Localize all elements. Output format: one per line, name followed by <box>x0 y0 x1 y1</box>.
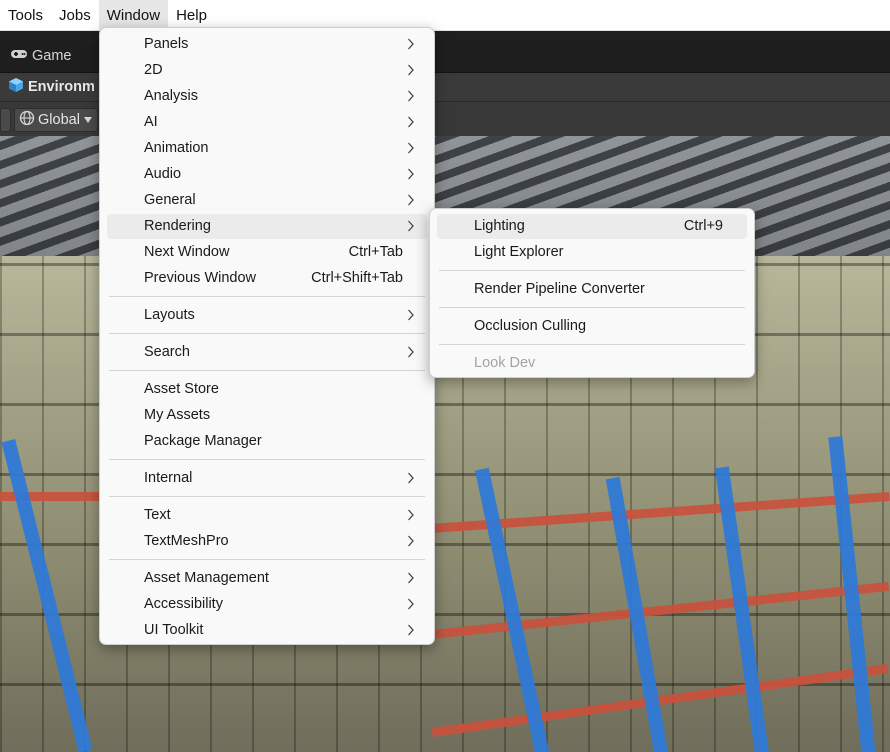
scene-title-label: Environm <box>28 79 95 95</box>
menu-item-label: UI Toolkit <box>144 622 204 638</box>
menu-item-label: Previous Window <box>144 270 257 286</box>
rendering-submenu: Lighting Ctrl+9 Light Explorer Render Pi… <box>429 208 755 378</box>
menu-item-analysis[interactable]: Analysis <box>107 84 427 109</box>
menu-item-ui-toolkit[interactable]: UI Toolkit <box>107 618 427 643</box>
menu-item-label: 2D <box>144 62 163 78</box>
menu-item-label: Animation <box>144 140 209 156</box>
menu-item-package-manager[interactable]: Package Manager <box>107 429 427 454</box>
menu-separator <box>109 333 425 334</box>
menu-item-label: Rendering <box>144 218 211 234</box>
tab-game-label: Game <box>32 48 72 64</box>
chevron-right-icon <box>408 168 414 180</box>
menu-separator <box>439 344 745 345</box>
menu-item-2d[interactable]: 2D <box>107 58 427 83</box>
chevron-right-icon <box>408 220 414 232</box>
menu-item-internal[interactable]: Internal <box>107 466 427 491</box>
window-menu: Panels 2D Analysis AI Animation Audio Ge… <box>99 27 435 645</box>
menu-item-label: Lighting <box>474 218 525 234</box>
menu-item-general[interactable]: General <box>107 188 427 213</box>
menu-separator <box>109 559 425 560</box>
menu-item-search[interactable]: Search <box>107 340 427 365</box>
chevron-right-icon <box>408 194 414 206</box>
chevron-right-icon <box>408 535 414 547</box>
menu-item-shortcut: Ctrl+Shift+Tab <box>311 270 403 286</box>
menu-window[interactable]: Window <box>98 0 169 30</box>
menu-separator <box>109 370 425 371</box>
menu-item-asset-store[interactable]: Asset Store <box>107 377 427 402</box>
menu-item-label: Layouts <box>144 307 195 323</box>
globe-icon <box>19 110 35 130</box>
menu-item-label: TextMeshPro <box>144 533 229 549</box>
chevron-right-icon <box>408 116 414 128</box>
menu-item-next-window[interactable]: Next Window Ctrl+Tab <box>107 240 427 265</box>
menu-item-label: Audio <box>144 166 182 182</box>
chevron-right-icon <box>408 572 414 584</box>
menu-tools[interactable]: Tools <box>0 0 51 30</box>
menu-item-layouts[interactable]: Layouts <box>107 303 427 328</box>
menu-item-label: Internal <box>144 470 193 486</box>
gamepad-icon <box>10 48 28 64</box>
menu-item-ai[interactable]: AI <box>107 110 427 135</box>
menu-separator <box>109 459 425 460</box>
menu-item-panels[interactable]: Panels <box>107 32 427 57</box>
submenu-item-look-dev: Look Dev <box>437 351 747 376</box>
chevron-right-icon <box>408 64 414 76</box>
menu-help[interactable]: Help <box>168 0 215 30</box>
chevron-right-icon <box>408 90 414 102</box>
submenu-item-light-explorer[interactable]: Light Explorer <box>437 240 747 265</box>
menu-jobs[interactable]: Jobs <box>51 0 99 30</box>
menu-item-label: Occlusion Culling <box>474 318 587 334</box>
menu-item-rendering[interactable]: Rendering <box>107 214 427 239</box>
chevron-right-icon <box>408 142 414 154</box>
menu-item-label: Look Dev <box>474 355 536 371</box>
chevron-right-icon <box>408 624 414 636</box>
menu-item-label: Analysis <box>144 88 198 104</box>
menu-item-label: Render Pipeline Converter <box>474 281 645 297</box>
menu-item-shortcut: Ctrl+Tab <box>348 244 403 260</box>
pivot-rotation-dropdown[interactable]: Global <box>14 108 98 132</box>
chevron-right-icon <box>408 598 414 610</box>
menu-item-label: Search <box>144 344 190 360</box>
menu-item-label: AI <box>144 114 158 130</box>
menu-item-label: Accessibility <box>144 596 223 612</box>
menu-item-asset-management[interactable]: Asset Management <box>107 566 427 591</box>
tool-button[interactable] <box>0 108 11 132</box>
menu-item-text[interactable]: Text <box>107 503 427 528</box>
pivot-rotation-label: Global <box>38 112 80 128</box>
menu-item-animation[interactable]: Animation <box>107 136 427 161</box>
menu-item-label: Next Window <box>144 244 230 260</box>
menu-item-my-assets[interactable]: My Assets <box>107 403 427 428</box>
menu-item-label: Text <box>144 507 171 523</box>
chevron-right-icon <box>408 38 414 50</box>
menu-item-textmeshpro[interactable]: TextMeshPro <box>107 529 427 554</box>
menu-item-label: Asset Management <box>144 570 269 586</box>
tab-game[interactable]: Game <box>10 48 72 64</box>
menu-item-accessibility[interactable]: Accessibility <box>107 592 427 617</box>
chevron-right-icon <box>408 472 414 484</box>
cube-icon <box>8 77 24 97</box>
submenu-item-render-pipeline-converter[interactable]: Render Pipeline Converter <box>437 277 747 302</box>
menu-item-shortcut: Ctrl+9 <box>683 218 723 234</box>
menu-item-label: Asset Store <box>144 381 219 397</box>
menu-item-label: My Assets <box>144 407 211 423</box>
caret-down-icon <box>83 112 93 128</box>
chevron-right-icon <box>408 309 414 321</box>
menu-separator <box>109 496 425 497</box>
menu-item-previous-window[interactable]: Previous Window Ctrl+Shift+Tab <box>107 266 427 291</box>
menu-item-label: Panels <box>144 36 189 52</box>
menu-item-label: Package Manager <box>144 433 262 449</box>
menu-separator <box>439 307 745 308</box>
menu-item-audio[interactable]: Audio <box>107 162 427 187</box>
chevron-right-icon <box>408 509 414 521</box>
menu-item-label: Light Explorer <box>474 244 564 260</box>
submenu-item-lighting[interactable]: Lighting Ctrl+9 <box>437 214 747 239</box>
chevron-right-icon <box>408 346 414 358</box>
submenu-item-occlusion-culling[interactable]: Occlusion Culling <box>437 314 747 339</box>
scene-title: Environm <box>8 77 95 97</box>
menu-separator <box>109 296 425 297</box>
menu-separator <box>439 270 745 271</box>
menu-item-label: General <box>144 192 196 208</box>
